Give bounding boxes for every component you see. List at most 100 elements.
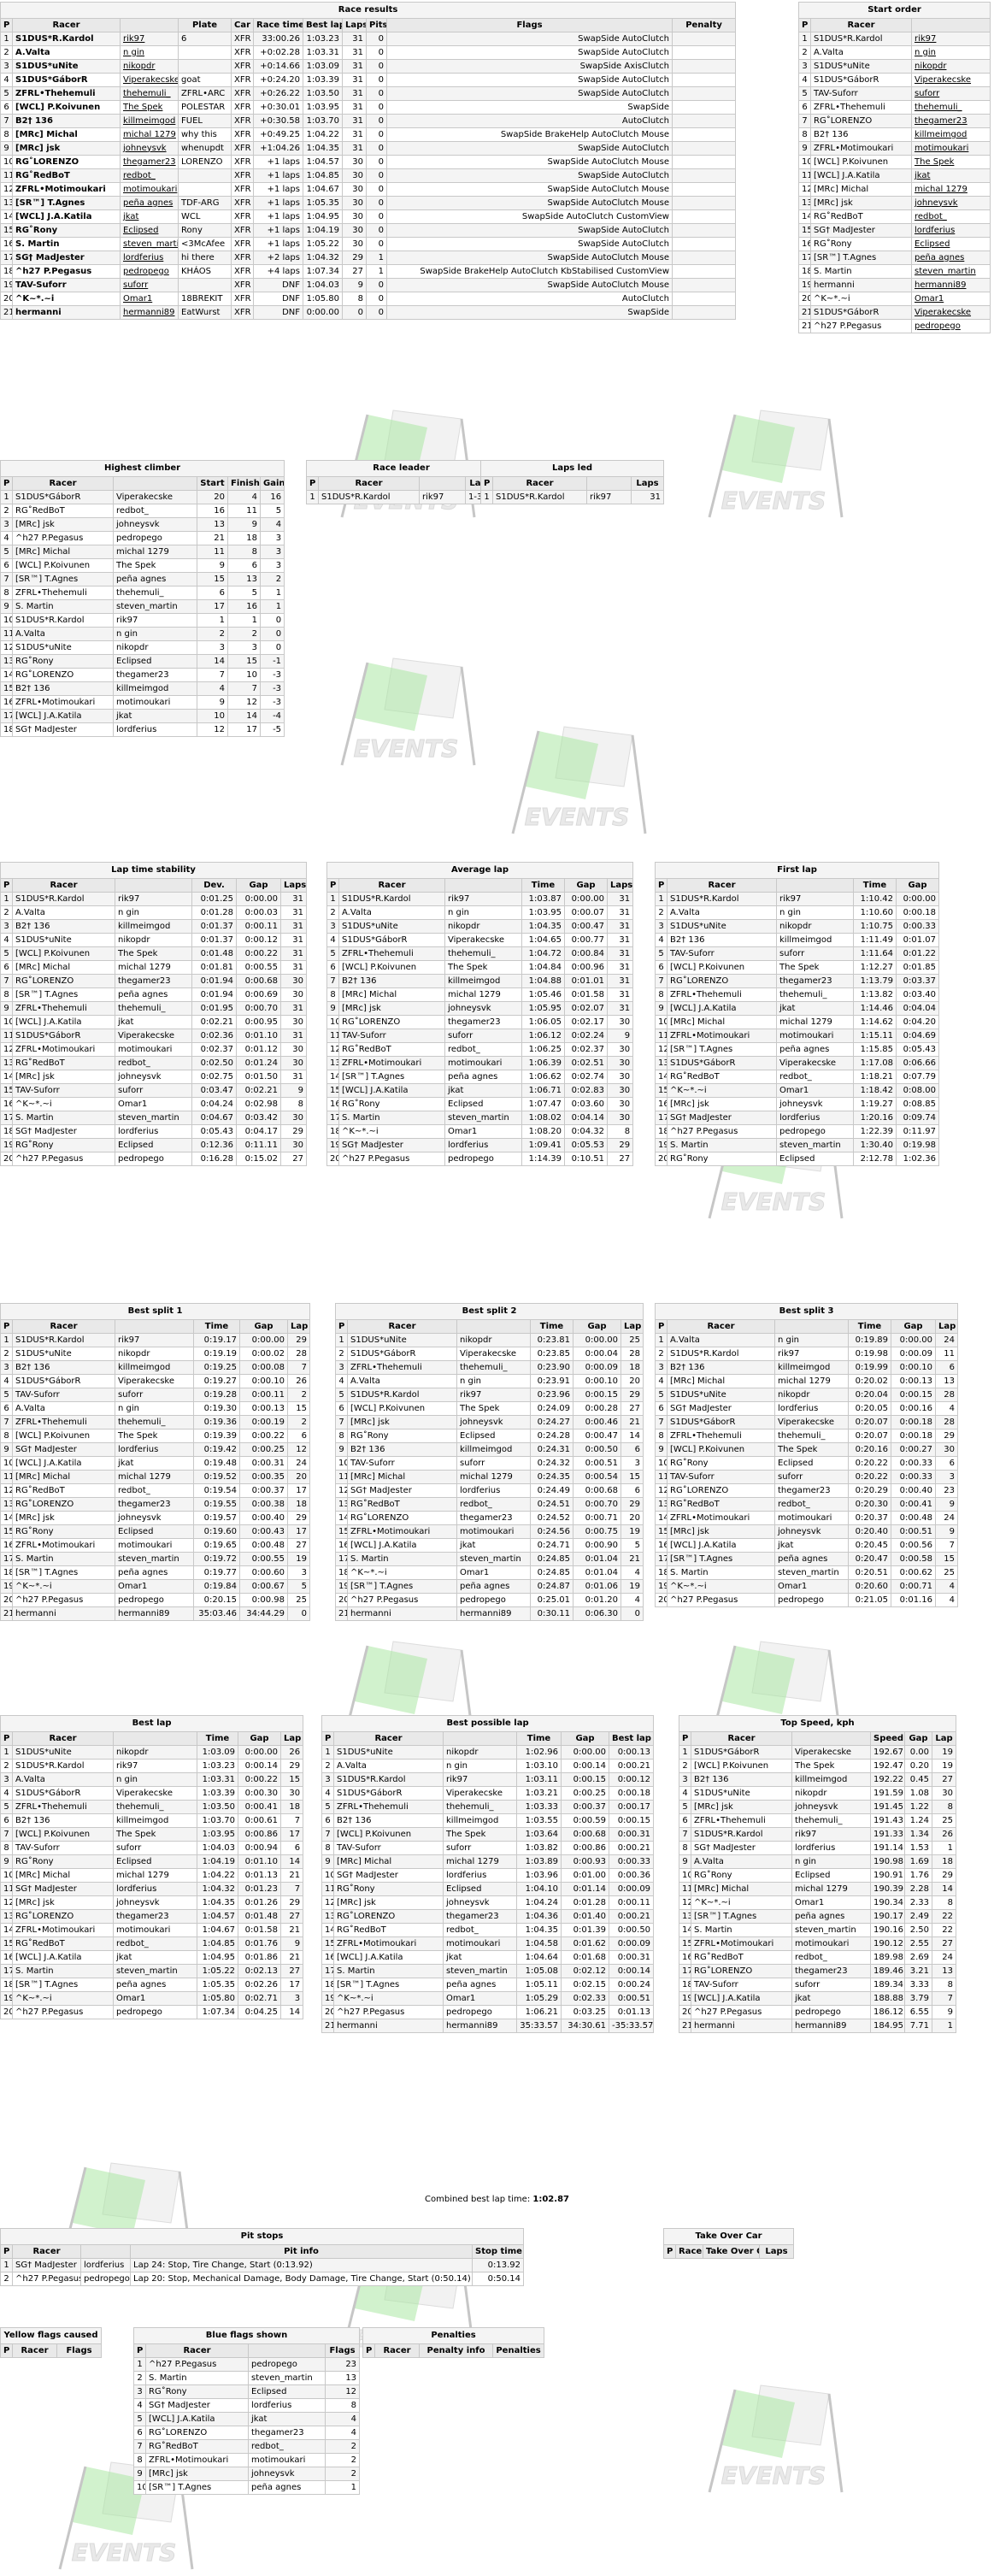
cell-name[interactable]: hermanni89 xyxy=(120,305,179,320)
table-row: 16^K~*.~iOmar10:04.240:02.988 xyxy=(0,1097,308,1111)
table-row: 21hermannihermanni89EatWurstXFRDNF0:00.0… xyxy=(0,305,737,320)
cell-lap: 14 xyxy=(931,1882,957,1896)
cell-gap: 0:01.04 xyxy=(573,1565,621,1580)
cell-name[interactable]: Omar1 xyxy=(911,292,991,306)
cell-name[interactable]: jkat xyxy=(911,168,991,183)
cell-name[interactable]: steven_martin xyxy=(120,237,179,251)
cell-name[interactable]: Viperakecske xyxy=(120,73,179,87)
cell-name[interactable]: jkat xyxy=(120,209,179,224)
col-header-lap: Lap xyxy=(279,1731,304,1746)
cell-name[interactable]: Viperakecske xyxy=(911,73,991,87)
cell-p: 1 xyxy=(480,490,493,504)
cell-time: 1:03.39 xyxy=(197,1786,238,1801)
table-row: 14RG˚LORENZOthegamer230:24.520:00.7120 xyxy=(335,1511,644,1525)
cell-name[interactable]: peña agnes xyxy=(120,196,179,210)
cell-name[interactable]: The Spek xyxy=(911,155,991,169)
cell-racer: RG˚Rony xyxy=(333,1882,444,1896)
cell-name: jkat xyxy=(115,1015,192,1029)
cell-name[interactable]: johneysvk xyxy=(120,141,179,156)
cell-name[interactable]: Viperakecske xyxy=(911,305,991,320)
cell-gap: 0:01.10 xyxy=(238,1854,281,1869)
cell-p: 18 xyxy=(679,1978,691,1992)
cell-pits: 0 xyxy=(366,45,387,60)
cell-name[interactable]: lordferius xyxy=(911,223,991,238)
cell-car: XFR xyxy=(231,223,254,238)
cell-racer: SG† MadJester xyxy=(691,1841,792,1855)
cell-racer: [MRc] Michal xyxy=(691,1882,792,1896)
col-header-racer: Racer xyxy=(667,1319,775,1334)
table-row: 10RG˚RonyEclipsed0:20.220:00.336 xyxy=(655,1456,959,1471)
cell-name[interactable]: motimoukari xyxy=(120,182,179,197)
cell-time: 1:05.11 xyxy=(516,1978,562,1992)
cell-time: 1:08.02 xyxy=(521,1111,565,1125)
cell-pits: 0 xyxy=(366,168,387,183)
cell-name[interactable]: Omar1 xyxy=(120,292,179,306)
cell-racer: ^K~*.~i xyxy=(12,1097,115,1111)
cell-gap: 0:00.27 xyxy=(891,1442,936,1457)
cell-racer: RG˚RedBoT xyxy=(338,1042,445,1057)
cell-name[interactable]: thehemuli_ xyxy=(120,86,179,101)
cell-name[interactable]: thegamer23 xyxy=(911,114,991,128)
cell-name[interactable]: n gin xyxy=(911,45,991,60)
cell-name[interactable]: suforr xyxy=(911,86,991,101)
cell-name[interactable]: redbot_ xyxy=(120,168,179,183)
cell-name[interactable]: Eclipsed xyxy=(911,237,991,251)
cell-gap: 0:00.04 xyxy=(573,1347,621,1361)
cell-name[interactable]: nikopdr xyxy=(911,59,991,74)
cell-racer: hermanni xyxy=(12,1606,115,1621)
cell-name[interactable]: n gin xyxy=(120,45,179,60)
table-row: 5 [MRc] Michal michal 1279 11 8 3 xyxy=(0,545,285,559)
cell-gap: 0:00.00 xyxy=(896,892,939,906)
cell-name[interactable]: pedropego xyxy=(911,319,991,333)
cell-lap: 28 xyxy=(934,1388,959,1402)
cell-name[interactable]: pedropego xyxy=(120,264,179,279)
cell-name[interactable]: lordferius xyxy=(120,251,179,265)
cell-time: 1:04.88 xyxy=(521,974,565,988)
col-header-p: P xyxy=(663,2244,676,2259)
cell-p: 18 xyxy=(798,264,811,279)
cell-name[interactable]: The Spek xyxy=(120,100,179,115)
cell-name[interactable]: redbot_ xyxy=(911,209,991,224)
cell-laps: 31 xyxy=(342,100,367,115)
cell-name[interactable]: Eclipsed xyxy=(120,223,179,238)
cell-name[interactable]: suforr xyxy=(120,278,179,292)
cell-flags: SwapSide BrakeHelp AutoClutch Mouse xyxy=(386,127,673,142)
cell-racer: [WCL] P.Koivunen xyxy=(12,100,121,115)
cell-name: Eclipsed xyxy=(774,1456,849,1471)
cell-gap: 0:00.90 xyxy=(573,1538,621,1553)
table-row: 11TAV-Suforrsuforr0:20.220:00.333 xyxy=(655,1470,959,1484)
table-row: 21S1DUS*GáborRViperakecske xyxy=(798,305,991,320)
cell-name[interactable]: killmeimgod xyxy=(911,127,991,142)
cell-gap: 0:00.13 xyxy=(891,1374,936,1388)
col-header-racer: Racer xyxy=(12,2244,81,2259)
cell-name[interactable]: killmeimgod xyxy=(120,114,179,128)
cell-gap: 0:02.17 xyxy=(564,1015,608,1029)
cell-name[interactable]: hermanni89 xyxy=(911,278,991,292)
cell-name[interactable]: thegamer23 xyxy=(120,155,179,169)
cell-name: hermanni89 xyxy=(456,1606,531,1621)
cell-name[interactable]: thehemuli_ xyxy=(911,100,991,115)
cell-name[interactable]: michal 1279 xyxy=(911,182,991,197)
cell-lap: 3 xyxy=(934,1470,959,1484)
cell-name[interactable]: steven_martin xyxy=(911,264,991,279)
cell-racer: [WCL] J.A.Katila xyxy=(12,1015,115,1029)
cell-name[interactable]: peña agnes xyxy=(911,251,991,265)
cell-racer: [WCL] P.Koivunen xyxy=(810,155,912,169)
cell-time: 0:19.30 xyxy=(193,1401,240,1416)
cell-gap: 0:07.79 xyxy=(896,1070,939,1084)
cell-time: 1:11.64 xyxy=(853,946,897,961)
cell-racer: ZFRL•Thehemuli xyxy=(810,100,912,115)
cell-gap: 0:00.00 xyxy=(236,892,281,906)
cell-name[interactable]: michal 1279 xyxy=(120,127,179,142)
cell-name[interactable]: nikopdr xyxy=(120,59,179,74)
table-row: 9 [MRc] jsk johneysvk 2 xyxy=(133,2467,361,2481)
cell-time: 0:24.85 xyxy=(530,1552,573,1566)
col-header-racer: Racer xyxy=(675,2244,703,2259)
cell-name[interactable]: johneysvk xyxy=(911,196,991,210)
cell-name[interactable]: rik97 xyxy=(911,32,991,46)
cell-racer: TAV-Suforr xyxy=(333,1841,444,1855)
cell-name[interactable]: rik97 xyxy=(120,32,179,46)
race-results-title: Race results xyxy=(0,2,737,19)
cell-name: rik97 xyxy=(443,1772,517,1787)
cell-name[interactable]: motimoukari xyxy=(911,141,991,156)
